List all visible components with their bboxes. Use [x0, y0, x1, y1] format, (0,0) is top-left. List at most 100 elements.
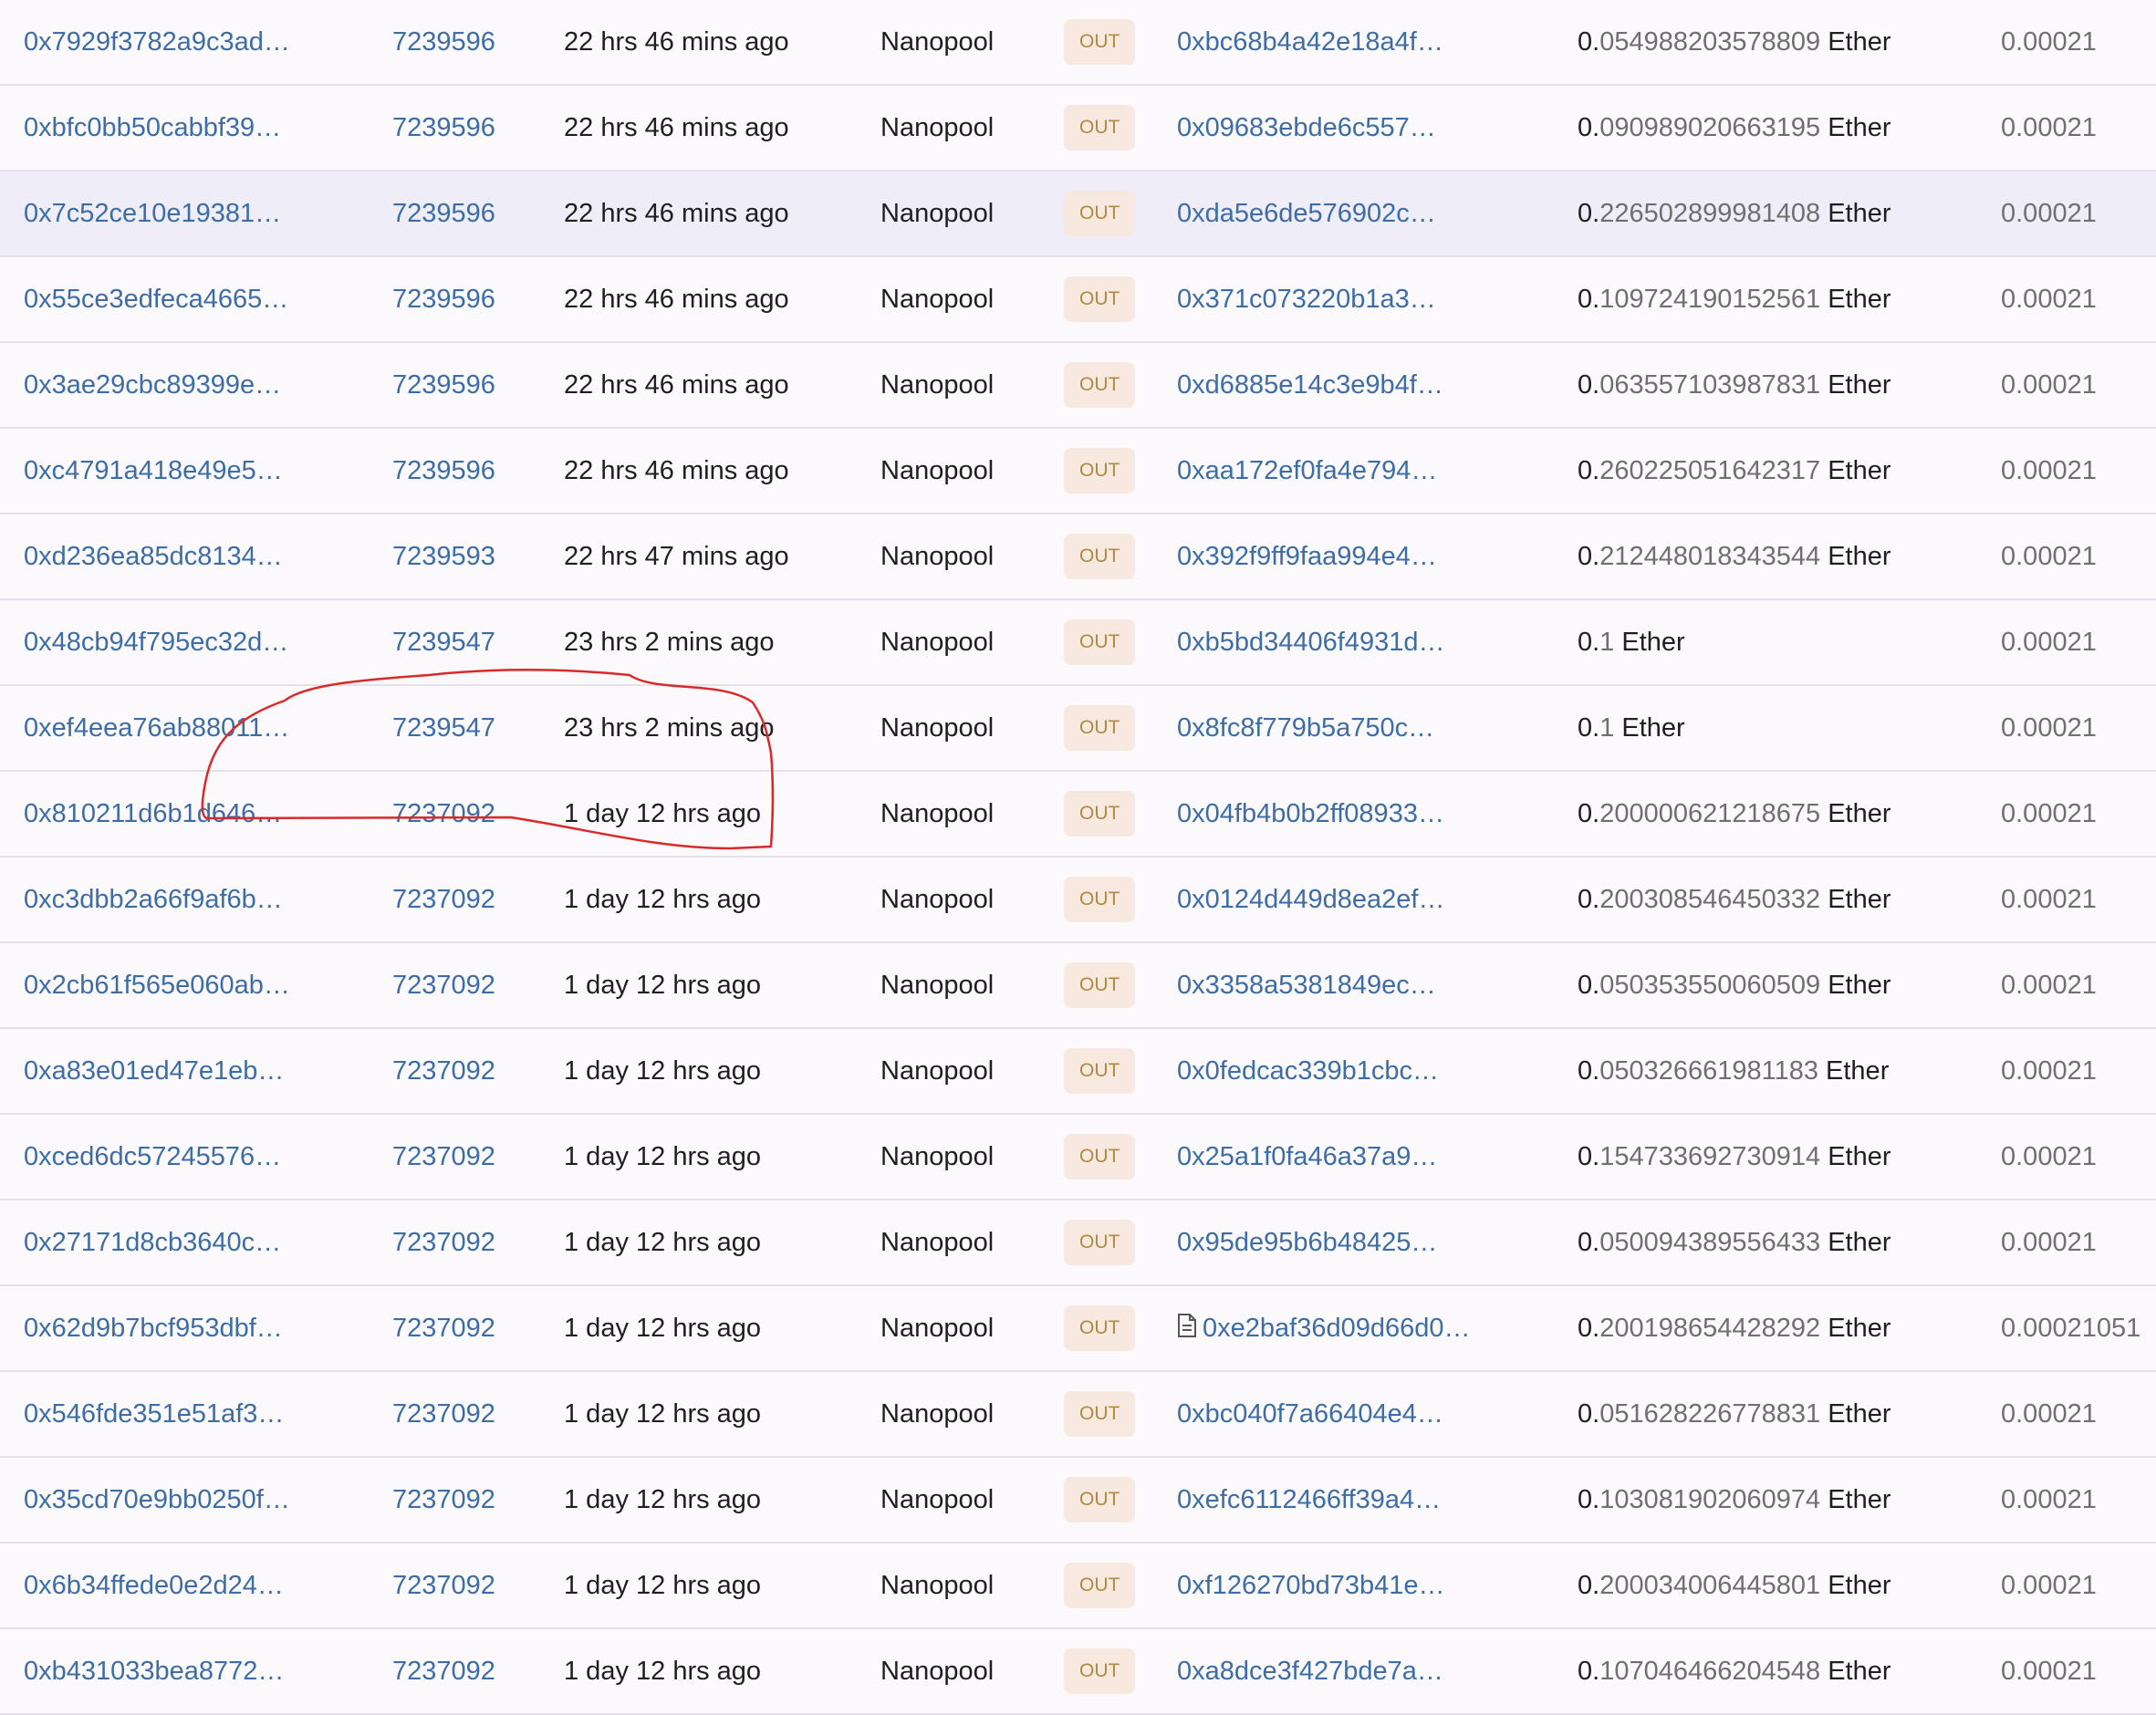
tx-value: 0.051628226778831 Ether: [1578, 1372, 1891, 1456]
tx-fee: 0.00021: [2001, 799, 2097, 828]
to-address-link[interactable]: 0x8fc8f779b5a750c…: [1177, 713, 1434, 743]
value-lead: 0.: [1578, 285, 1600, 314]
tx-hash-link[interactable]: 0x7929f3782a9c3ad…: [24, 0, 290, 84]
to-address-link[interactable]: 0x3358a5381849ec…: [1177, 971, 1436, 1000]
table-row: 0x62d9b7bcf953dbf… 7237092 1 day 12 hrs …: [0, 1286, 2156, 1372]
to-address-link[interactable]: 0xa8dce3f427bde7a…: [1177, 1657, 1443, 1686]
from-address-label: Nanopool: [880, 885, 995, 914]
block-number-link[interactable]: 7237092: [392, 943, 495, 1027]
to-address-link[interactable]: 0x0fedcac339b1cbc…: [1177, 1056, 1439, 1086]
to-address-link[interactable]: 0xb5bd34406f4931d…: [1177, 628, 1444, 657]
direction-badge: OUT: [1064, 1648, 1136, 1694]
tx-hash-link[interactable]: 0x27171d8cb3640c…: [24, 1200, 281, 1284]
block-number-link[interactable]: 7239596: [392, 0, 495, 84]
tx-hash-link[interactable]: 0x3ae29cbc89399e…: [24, 343, 281, 427]
block-number-link[interactable]: 7237092: [392, 1458, 495, 1542]
block-number-link[interactable]: 7237092: [392, 772, 495, 856]
block-number-link[interactable]: 7237092: [392, 858, 495, 941]
tx-hash-link[interactable]: 0x810211d6b1d646…: [24, 772, 282, 856]
to-address-link[interactable]: 0xda5e6de576902c…: [1177, 199, 1436, 228]
tx-hash-link[interactable]: 0xa83e01ed47e1eb…: [24, 1029, 284, 1113]
tx-fee: 0.00021: [2001, 1399, 2097, 1429]
block-number-link[interactable]: 7239593: [392, 514, 495, 598]
to-address-link[interactable]: 0x95de95b6b48425…: [1177, 1228, 1437, 1257]
block-number-link[interactable]: 7237092: [392, 1115, 495, 1199]
tx-hash-link[interactable]: 0xced6dc57245576…: [24, 1115, 281, 1199]
direction-cell: OUT: [1064, 1286, 1136, 1370]
tx-age: 1 day 12 hrs ago: [564, 1314, 762, 1343]
tx-age: 1 day 12 hrs ago: [564, 1657, 762, 1686]
tx-fee: 0.00021051: [2001, 1314, 2141, 1343]
tx-hash-link[interactable]: 0xc3dbb2a66f9af6b…: [24, 858, 283, 941]
block-number-link[interactable]: 7237092: [392, 1029, 495, 1113]
tx-value: 0.1 Ether: [1578, 686, 1685, 770]
to-address-link[interactable]: 0x371c073220b1a3…: [1177, 285, 1436, 314]
block-number-link[interactable]: 7237092: [392, 1629, 495, 1713]
tx-value: 0.090989020663195 Ether: [1578, 86, 1891, 170]
tx-hash-link[interactable]: 0x35cd70e9bb0250f…: [24, 1458, 290, 1542]
block-number-link[interactable]: 7239596: [392, 257, 495, 341]
value-digits: 063557103987831: [1599, 370, 1821, 400]
to-address-link[interactable]: 0x392f9ff9faa994e4…: [1177, 542, 1437, 571]
tx-hash-link[interactable]: 0xd236ea85dc8134…: [24, 514, 283, 598]
to-address-link[interactable]: 0xbc040f7a66404e4…: [1177, 1399, 1443, 1429]
tx-hash-link[interactable]: 0xbfc0bb50cabbf39…: [24, 86, 281, 170]
direction-badge: OUT: [1064, 191, 1136, 236]
tx-hash-link[interactable]: 0xb431033bea8772…: [24, 1629, 284, 1713]
block-number-link[interactable]: 7237092: [392, 1286, 495, 1370]
block-number-link[interactable]: 7237092: [392, 1544, 495, 1627]
value-lead: 0.: [1578, 1399, 1600, 1429]
from-address-label: Nanopool: [880, 628, 995, 657]
tx-age: 22 hrs 46 mins ago: [564, 199, 789, 228]
direction-badge: OUT: [1064, 619, 1136, 665]
block-number-link[interactable]: 7239547: [392, 686, 495, 770]
to-address-link[interactable]: 0x25a1f0fa46a37a9…: [1177, 1142, 1437, 1171]
to-address-link[interactable]: 0xf126270bd73b41e…: [1177, 1571, 1444, 1600]
tx-hash-link[interactable]: 0xef4eea76ab88011…: [24, 686, 289, 770]
tx-hash-link[interactable]: 0x6b34ffede0e2d24…: [24, 1544, 284, 1627]
direction-cell: OUT: [1064, 943, 1136, 1027]
from-address-label: Nanopool: [880, 799, 995, 828]
direction-cell: OUT: [1064, 1458, 1136, 1542]
tx-value: 0.200034006445801 Ether: [1578, 1544, 1891, 1627]
tx-hash-link[interactable]: 0x2cb61f565e060ab…: [24, 943, 290, 1027]
tx-hash-link[interactable]: 0x546fde351e51af3…: [24, 1372, 284, 1456]
tx-hash-link[interactable]: 0x48cb94f795ec32d…: [24, 600, 288, 684]
block-number-link[interactable]: 7239596: [392, 429, 495, 513]
tx-hash-link[interactable]: 0x7c52ce10e19381…: [24, 172, 281, 255]
to-address-link[interactable]: 0xaa172ef0fa4e794…: [1177, 456, 1437, 485]
block-number-link[interactable]: 7237092: [392, 1372, 495, 1456]
tx-hash-link[interactable]: 0x55ce3edfeca4665…: [24, 257, 288, 341]
to-address-link[interactable]: 0x09683ebde6c557…: [1177, 113, 1436, 142]
direction-badge: OUT: [1064, 791, 1136, 837]
to-address-cell: 0x95de95b6b48425…: [1177, 1200, 1437, 1284]
to-address-link[interactable]: 0xe2baf36d09d66d0…: [1203, 1314, 1470, 1343]
from-address-label: Nanopool: [880, 285, 995, 314]
to-address-cell: 0xb5bd34406f4931d…: [1177, 600, 1444, 684]
to-address-link[interactable]: 0x04fb4b0b2ff08933…: [1177, 799, 1444, 828]
to-address-link[interactable]: 0x0124d449d8ea2ef…: [1177, 885, 1444, 914]
block-number-link[interactable]: 7239596: [392, 343, 495, 427]
block-number-link[interactable]: 7239547: [392, 600, 495, 684]
to-address-link[interactable]: 0xd6885e14c3e9b4f…: [1177, 370, 1443, 400]
from-address-label: Nanopool: [880, 1314, 995, 1343]
tx-fee: 0.00021: [2001, 285, 2097, 314]
block-number-link[interactable]: 7237092: [392, 1200, 495, 1284]
tx-fee: 0.00021: [2001, 1571, 2097, 1600]
to-address-link[interactable]: 0xefc6112466ff39a4…: [1177, 1485, 1441, 1514]
block-number-link[interactable]: 7239596: [392, 86, 495, 170]
from-address-label: Nanopool: [880, 971, 995, 1000]
tx-age: 1 day 12 hrs ago: [564, 885, 762, 914]
table-row: 0xd236ea85dc8134… 7239593 22 hrs 47 mins…: [0, 514, 2156, 600]
direction-badge: OUT: [1064, 276, 1136, 322]
direction-cell: OUT: [1064, 1029, 1136, 1113]
tx-fee: 0.00021: [2001, 542, 2097, 571]
tx-hash-link[interactable]: 0x62d9b7bcf953dbf…: [24, 1286, 283, 1370]
to-address-cell: 0x25a1f0fa46a37a9…: [1177, 1115, 1437, 1199]
value-digits: 050326661981183: [1599, 1056, 1818, 1086]
tx-age: 1 day 12 hrs ago: [564, 971, 762, 1000]
tx-hash-link[interactable]: 0xc4791a418e49e5…: [24, 429, 283, 513]
table-row: 0x3ae29cbc89399e… 7239596 22 hrs 46 mins…: [0, 343, 2156, 429]
block-number-link[interactable]: 7239596: [392, 172, 495, 255]
to-address-link[interactable]: 0xbc68b4a42e18a4f…: [1177, 27, 1443, 57]
